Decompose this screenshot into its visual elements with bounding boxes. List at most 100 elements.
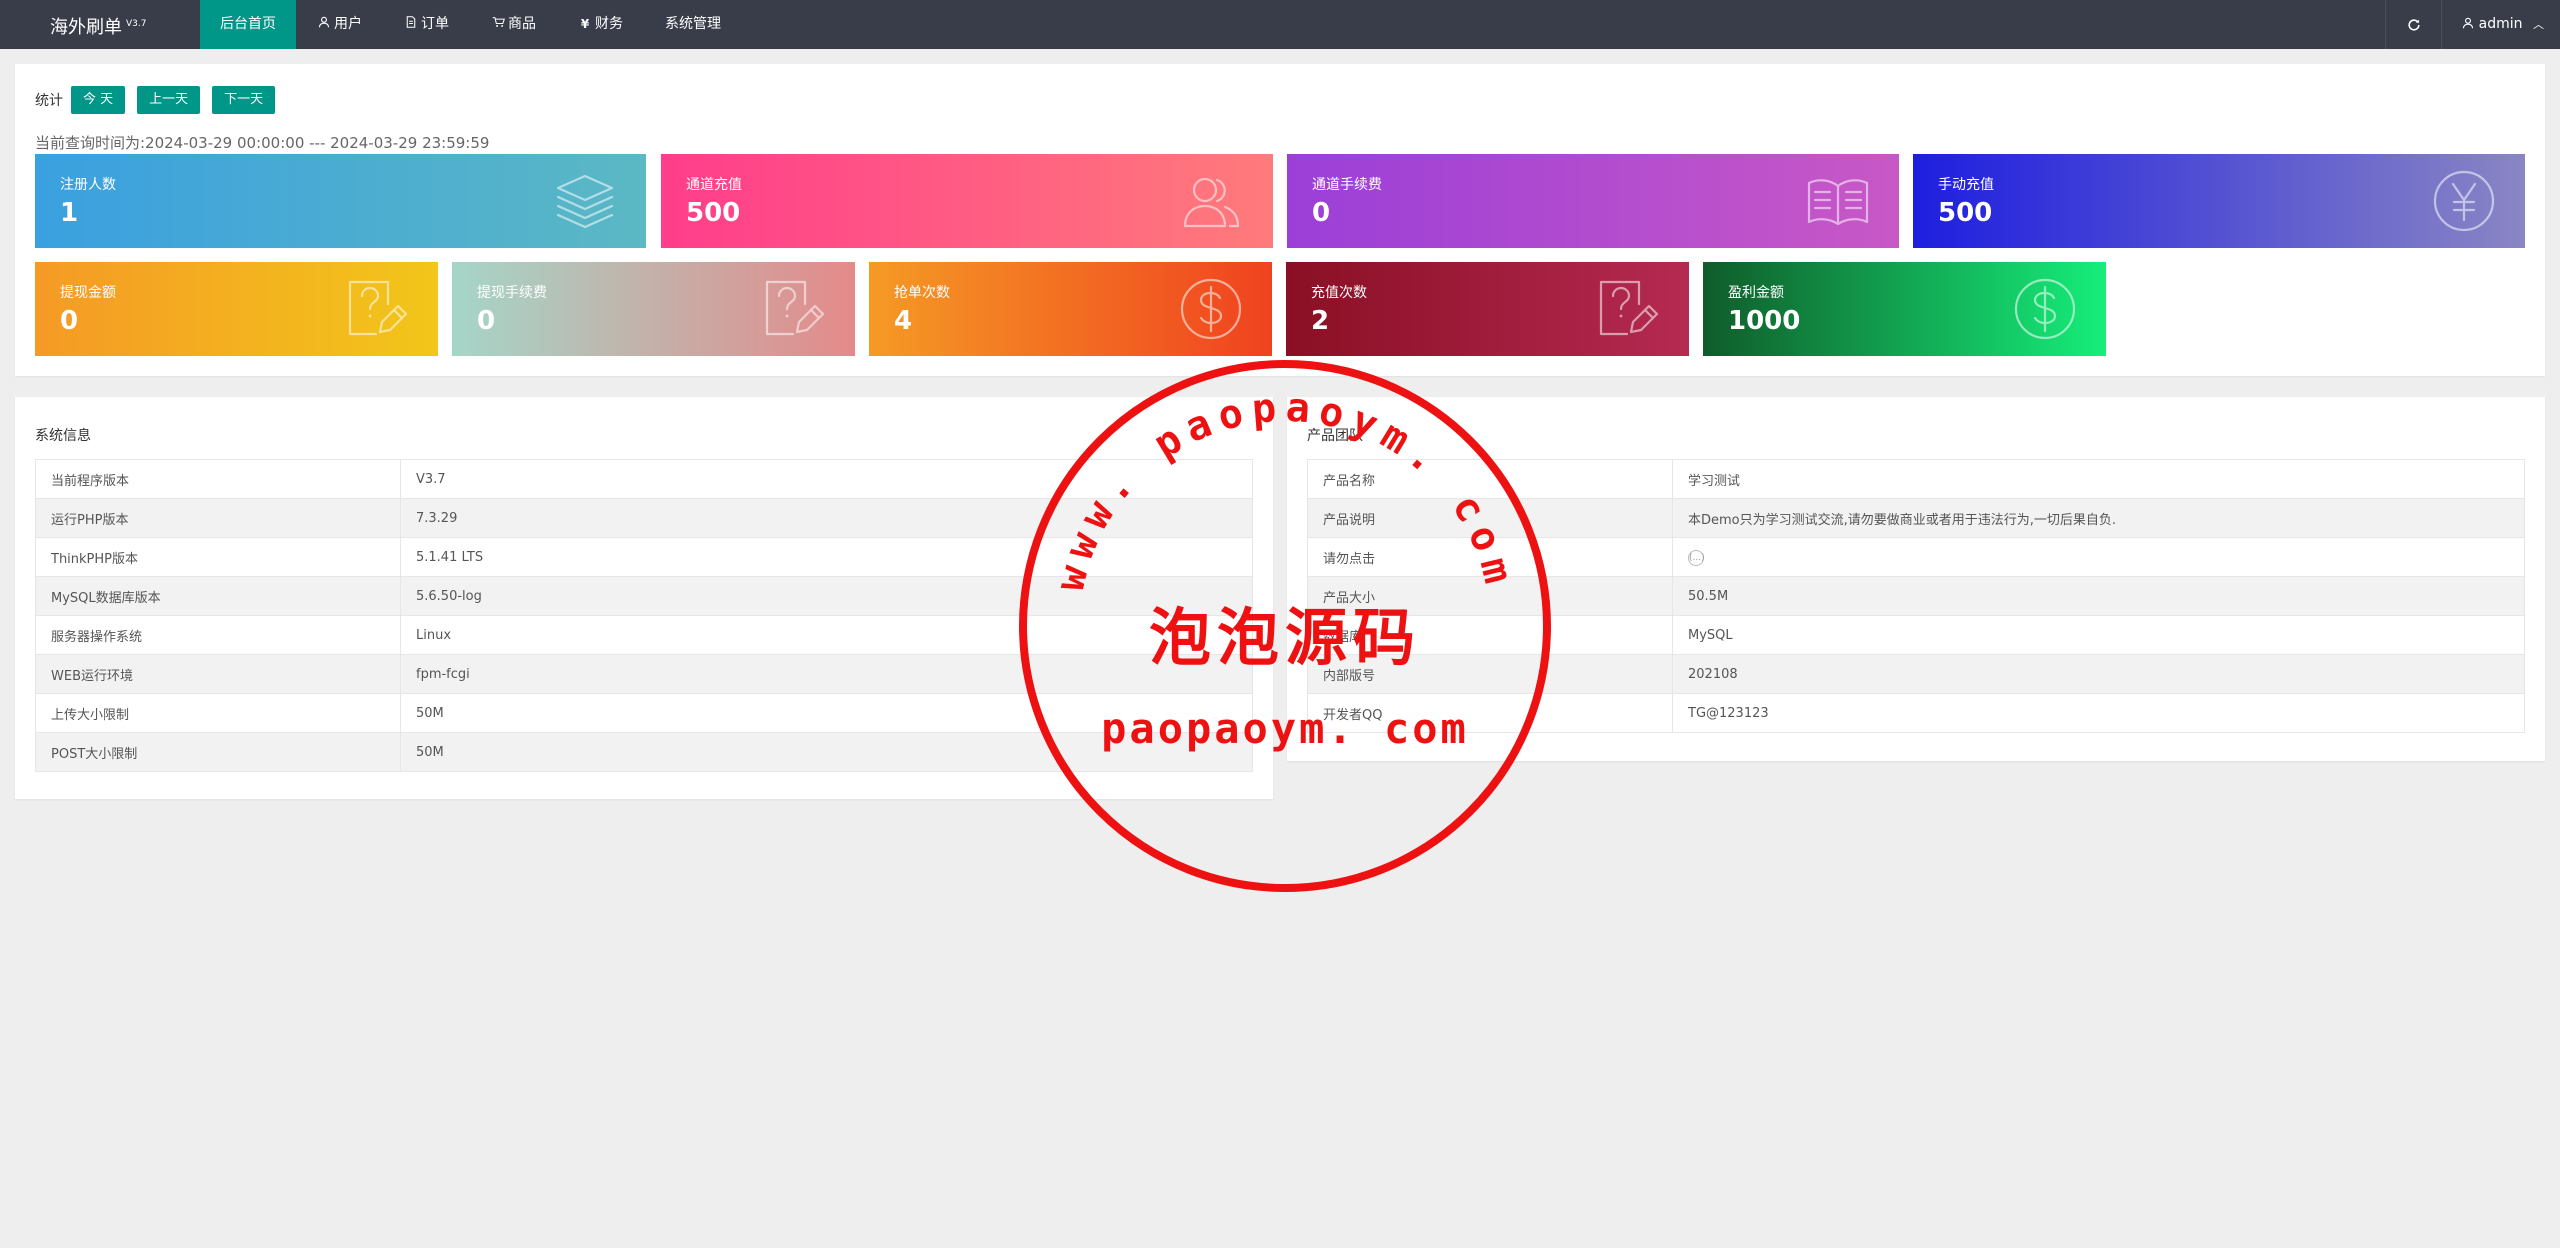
product-team-title: 产品团队 — [1307, 428, 1363, 444]
app-version: V3.7 — [126, 19, 147, 29]
cart-icon — [491, 0, 505, 49]
stat-tile-value: 1 — [60, 198, 79, 228]
nav-item-label: 用户 — [334, 16, 362, 32]
system-info-title: 系统信息 — [35, 428, 91, 444]
header-right: admin ︿ — [2385, 0, 2560, 49]
stat-tile[interactable]: 抢单次数 4 — [869, 262, 1272, 356]
stat-tile[interactable]: 充值次数 2 — [1286, 262, 1689, 356]
info-key: 开发者QQ — [1307, 693, 1673, 733]
statistics-panel: 统计 今 天 上一天 下一天 当前查询时间为:2024-03-29 00:00:… — [15, 64, 2545, 376]
info-key: MySQL数据库版本 — [35, 576, 401, 616]
nav-item-2[interactable]: 订单 — [383, 0, 470, 49]
stat-tile-label: 提现手续费 — [477, 285, 547, 301]
info-value: 5.1.41 LTS — [400, 537, 1253, 577]
next-day-button[interactable]: 下一天 — [212, 86, 276, 114]
info-value: 学习测试 — [1672, 459, 2525, 499]
info-key: 运行PHP版本 — [35, 498, 401, 538]
system-info-row: WEB运行环境 fpm-fcgi — [35, 654, 1253, 694]
stat-tile[interactable]: 手动充值 500 — [1913, 154, 2525, 248]
nav-item-0[interactable]: 后台首页 — [200, 0, 296, 49]
info-value: 5.6.50-log — [400, 576, 1253, 616]
stat-tile-value: 500 — [686, 198, 741, 228]
info-value: fpm-fcgi — [400, 654, 1253, 694]
product-team-row: 数据库 MySQL — [1307, 615, 2525, 655]
document-icon — [404, 0, 418, 49]
info-key: 产品大小 — [1307, 576, 1673, 616]
info-key: 产品说明 — [1307, 498, 1673, 538]
refresh-button[interactable] — [2385, 0, 2441, 49]
info-value: 7.3.29 — [400, 498, 1253, 538]
main-nav: 后台首页 用户 订单 商品 ¥ 财务 系统管理 — [200, 0, 742, 49]
stat-tile-label: 提现金额 — [60, 285, 116, 301]
stat-tile-value: 500 — [1938, 198, 1993, 228]
info-key: 服务器操作系统 — [35, 615, 401, 655]
system-info-row: MySQL数据库版本 5.6.50-log — [35, 576, 1253, 616]
system-info-row: 运行PHP版本 7.3.29 — [35, 498, 1253, 538]
book-icon — [1805, 168, 1871, 234]
user-icon — [317, 0, 331, 49]
filter-label: 统计 — [35, 93, 63, 109]
stat-tile-label: 充值次数 — [1311, 285, 1367, 301]
question-edit-icon — [344, 276, 410, 342]
info-value: TG@123123 — [1672, 693, 2525, 733]
today-button[interactable]: 今 天 — [71, 86, 126, 114]
product-team-row: 请勿点击 (...) — [1307, 537, 2525, 577]
info-key: WEB运行环境 — [35, 654, 401, 694]
product-team-row: 产品名称 学习测试 — [1307, 459, 2525, 499]
system-info-row: 上传大小限制 50M — [35, 693, 1253, 733]
info-value: 本Demo只为学习测试交流,请勿要做商业或者用于违法行为,一切后果自负. — [1672, 498, 2525, 538]
system-info-row: POST大小限制 50M — [35, 732, 1253, 772]
previous-day-button[interactable]: 上一天 — [137, 86, 201, 114]
info-value: (...) — [1672, 537, 2525, 577]
product-team-row: 产品大小 50.5M — [1307, 576, 2525, 616]
nav-item-label: 后台首页 — [220, 16, 276, 32]
dollar-circle-icon — [1178, 276, 1244, 342]
query-range-text: 当前查询时间为:2024-03-29 00:00:00 --- 2024-03-… — [35, 134, 490, 152]
date-filter: 统计 今 天 上一天 下一天 — [35, 86, 287, 114]
question-edit-icon — [761, 276, 827, 342]
nav-item-5[interactable]: 系统管理 — [644, 0, 742, 49]
stat-tile-label: 注册人数 — [60, 177, 116, 193]
product-team-table: 产品名称 学习测试 产品说明 本Demo只为学习测试交流,请勿要做商业或者用于违法行为… — [1307, 459, 2525, 733]
user-menu[interactable]: admin ︿ — [2441, 0, 2560, 49]
info-value: MySQL — [1672, 615, 2525, 655]
chevron-up-icon: ︿ — [2533, 18, 2544, 31]
stat-tile[interactable]: 提现金额 0 — [35, 262, 438, 356]
stat-tile-label: 盈利金额 — [1728, 285, 1784, 301]
info-value: 50M — [400, 732, 1253, 772]
stat-tile-label: 通道手续费 — [1312, 177, 1382, 193]
info-key: 内部版号 — [1307, 654, 1673, 694]
stat-tile-value: 1000 — [1728, 306, 1801, 336]
info-key: POST大小限制 — [35, 732, 401, 772]
stat-tile[interactable]: 注册人数 1 — [35, 154, 646, 248]
more-icon[interactable]: (...) — [1688, 549, 1705, 566]
nav-item-label: 财务 — [595, 16, 623, 32]
system-info-panel: 系统信息 当前程序版本 V3.7 运行PHP版本 7.3.29 ThinkPHP版本 5.… — [15, 397, 1273, 799]
nav-item-4[interactable]: ¥ 财务 — [557, 0, 644, 49]
info-key: ThinkPHP版本 — [35, 537, 401, 577]
nav-item-label: 订单 — [421, 16, 449, 32]
yen-circle-icon — [2431, 168, 2497, 234]
system-info-row: 当前程序版本 V3.7 — [35, 459, 1253, 499]
info-key: 当前程序版本 — [35, 459, 401, 499]
info-key: 数据库 — [1307, 615, 1673, 655]
nav-item-label: 系统管理 — [665, 16, 721, 32]
product-team-row: 开发者QQ TG@123123 — [1307, 693, 2525, 733]
nav-item-1[interactable]: 用户 — [296, 0, 383, 49]
stat-tile[interactable]: 通道手续费 0 — [1287, 154, 1899, 248]
stat-tile-label: 通道充值 — [686, 177, 742, 193]
refresh-icon — [2408, 19, 2420, 31]
users-icon — [1179, 168, 1245, 234]
app-logo[interactable]: 海外刷单 V3.7 — [50, 0, 146, 49]
user-name: admin — [2478, 16, 2523, 32]
nav-item-3[interactable]: 商品 — [470, 0, 557, 49]
layers-icon — [552, 168, 618, 234]
info-key: 上传大小限制 — [35, 693, 401, 733]
info-value: Linux — [400, 615, 1253, 655]
stat-tile-value: 0 — [477, 306, 496, 336]
yen-icon: ¥ — [580, 17, 590, 31]
stat-tile[interactable]: 通道充值 500 — [661, 154, 1273, 248]
stat-tile[interactable]: 盈利金额 1000 — [1703, 262, 2106, 356]
product-team-row: 内部版号 202108 — [1307, 654, 2525, 694]
stat-tile[interactable]: 提现手续费 0 — [452, 262, 855, 356]
